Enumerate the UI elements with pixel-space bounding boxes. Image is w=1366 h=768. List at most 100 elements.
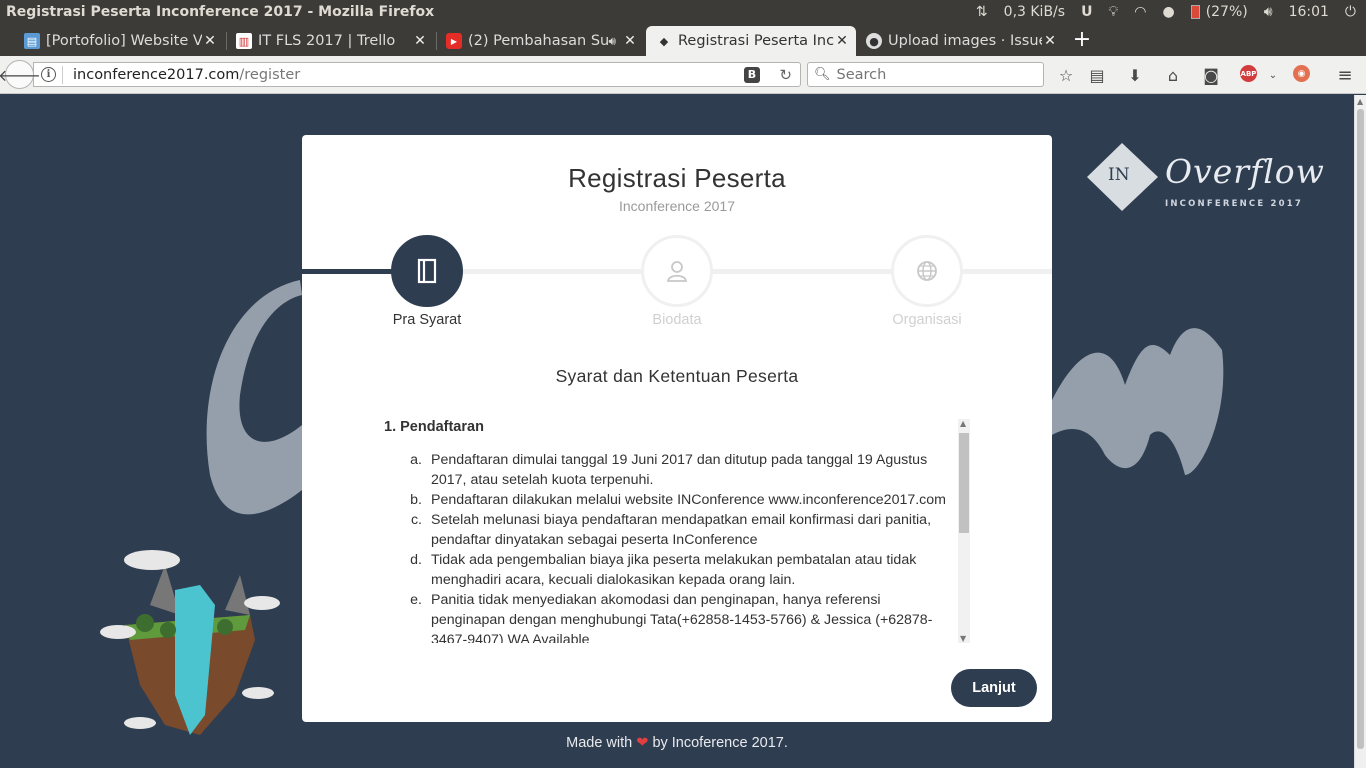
tab-strip: ▤ [Portofolio] Website V ✕ ▥ IT FLS 2017… bbox=[0, 24, 1366, 56]
trello-icon: ▥ bbox=[236, 33, 252, 49]
clock[interactable]: 16:01 bbox=[1289, 4, 1329, 20]
step-label: Biodata bbox=[652, 312, 702, 328]
close-icon[interactable]: ✕ bbox=[834, 33, 850, 49]
site-icon: ◆ bbox=[659, 34, 669, 48]
menu-icon[interactable]: ≡ bbox=[1335, 65, 1355, 86]
close-icon[interactable]: ✕ bbox=[622, 33, 638, 49]
brand-subtitle: INCONFERENCE 2017 bbox=[1165, 199, 1303, 209]
pocket-icon[interactable]: ◙ bbox=[1201, 65, 1221, 85]
download-icon[interactable]: ⬇ bbox=[1125, 65, 1145, 85]
back-button[interactable]: 🡐 bbox=[0, 60, 41, 89]
item-letter: d. bbox=[410, 552, 422, 568]
tab-youtube[interactable]: ▶ (2) Pembahasan Sur 🔊︎ ✕ bbox=[436, 26, 644, 56]
step-organisasi[interactable]: Organisasi bbox=[867, 235, 987, 328]
page-subtitle: Inconference 2017 bbox=[619, 198, 735, 214]
terms-scrollbar[interactable]: ▲ ▼ bbox=[958, 419, 970, 643]
list-item: e. Panitia tidak menyediakan akomodasi d… bbox=[410, 590, 958, 643]
bookmark-star-icon[interactable]: ☆ bbox=[1056, 65, 1076, 85]
item-letter: e. bbox=[410, 592, 422, 608]
terms-list: a. Pendaftaran dimulai tanggal 19 Juni 2… bbox=[384, 450, 958, 643]
wifi-icon[interactable]: ◠ bbox=[1134, 4, 1146, 20]
terms-heading: Syarat dan Ketentuan Peserta bbox=[555, 366, 799, 386]
item-text: Pendaftaran dimulai tanggal 19 Juni 2017… bbox=[431, 452, 928, 488]
list-item: c. Setelah melunasi biaya pendaftaran me… bbox=[411, 510, 958, 550]
user-icon bbox=[666, 261, 688, 282]
net-speed: 0,3 KiB/s bbox=[1003, 4, 1066, 20]
book-icon bbox=[417, 258, 437, 284]
heart-icon: ❤ bbox=[636, 735, 649, 751]
terms-scroll-area[interactable]: 1. Pendaftaran a. Pendaftaran dimulai ta… bbox=[384, 419, 970, 643]
footer-text-before: Made with bbox=[566, 735, 633, 751]
globe-icon bbox=[917, 261, 937, 281]
tab-portofolio[interactable]: ▤ [Portofolio] Website V ✕ bbox=[14, 26, 224, 56]
scrollbar-thumb[interactable] bbox=[1357, 109, 1364, 749]
tab-label: [Portofolio] Website V bbox=[46, 33, 202, 49]
battery-level: (27%) bbox=[1205, 4, 1248, 20]
item-text: Tidak ada pengembalian biaya jika pesert… bbox=[431, 552, 917, 588]
footer-text-after: by Incoference 2017. bbox=[652, 735, 788, 751]
step-label: Organisasi bbox=[892, 312, 962, 328]
item-text: Panitia tidak menyediakan akomodasi dan … bbox=[431, 592, 933, 643]
tab-label: Upload images · Issue bbox=[888, 33, 1042, 49]
step-pra-syarat[interactable]: Pra Syarat bbox=[367, 235, 487, 328]
network-transfer-icon[interactable]: ⇅ bbox=[976, 4, 988, 20]
search-icon: 🔍︎ bbox=[814, 67, 831, 82]
github-icon: ● bbox=[866, 33, 882, 49]
tab-label: Registrasi Peserta Inco bbox=[678, 33, 834, 49]
url-host[interactable]: inconference2017.com bbox=[73, 67, 239, 83]
tab-label: IT FLS 2017 | Trello bbox=[258, 33, 396, 49]
scroll-down-arrow-icon[interactable]: ▼ bbox=[960, 634, 966, 643]
tab-label: (2) Pembahasan Sur bbox=[468, 33, 609, 49]
item-letter: a. bbox=[410, 452, 422, 468]
chat-icon[interactable]: ● bbox=[1162, 4, 1174, 20]
close-icon[interactable]: ✕ bbox=[1042, 33, 1058, 49]
item-text: Pendaftaran dilakukan melalui website IN… bbox=[431, 492, 946, 508]
item-letter: c. bbox=[410, 512, 422, 528]
close-icon[interactable]: ✕ bbox=[202, 33, 218, 49]
u-app-icon[interactable]: U bbox=[1081, 4, 1092, 20]
url-path[interactable]: /register bbox=[239, 67, 300, 83]
back-arrow-icon: 🡐 bbox=[0, 65, 41, 85]
home-icon[interactable]: ⌂ bbox=[1163, 65, 1183, 85]
bootstrap-icon[interactable]: B bbox=[744, 66, 760, 83]
document-icon: ▤ bbox=[24, 33, 40, 49]
search-input[interactable] bbox=[836, 66, 1037, 83]
duckduckgo-icon[interactable]: ◉ bbox=[1293, 65, 1310, 82]
page-viewport: IN Overflow INCONFERENCE 2017 Registrasi… bbox=[0, 95, 1354, 768]
list-item: d. Tidak ada pengembalian biaya jika pes… bbox=[410, 550, 958, 590]
battery-icon[interactable] bbox=[1190, 5, 1200, 19]
speaker-icon[interactable]: 🔊︎ bbox=[608, 34, 616, 49]
info-icon[interactable]: i bbox=[41, 67, 56, 82]
list-item: a. Pendaftaran dimulai tanggal 19 Juni 2… bbox=[410, 450, 958, 490]
adblock-icon[interactable]: ABP bbox=[1240, 65, 1257, 82]
scrollbar-thumb[interactable] bbox=[959, 433, 969, 533]
chevron-down-icon[interactable]: ⌄ bbox=[1263, 65, 1283, 85]
reading-list-icon[interactable]: ▤ bbox=[1087, 65, 1107, 85]
tab-trello[interactable]: ▥ IT FLS 2017 | Trello ✕ bbox=[226, 26, 434, 56]
power-icon[interactable]: ⏻ bbox=[1345, 4, 1356, 20]
search-bar[interactable]: 🔍︎ bbox=[807, 62, 1044, 87]
bg-letter-o bbox=[206, 280, 302, 515]
step-biodata[interactable]: Biodata bbox=[617, 235, 737, 328]
page-title: Registrasi Peserta bbox=[568, 163, 786, 193]
window-title: Registrasi Peserta Inconference 2017 - M… bbox=[6, 4, 435, 20]
scroll-up-arrow-icon[interactable]: ▲ bbox=[960, 419, 966, 428]
step-circle[interactable] bbox=[891, 235, 963, 307]
new-tab-button[interactable]: + bbox=[1070, 28, 1094, 52]
terms-section-title: 1. Pendaftaran bbox=[384, 419, 484, 435]
url-bar[interactable]: i inconference2017.com/register B ↻ bbox=[33, 62, 801, 87]
page-scrollbar[interactable]: ▲ bbox=[1354, 95, 1366, 768]
next-button[interactable]: Lanjut bbox=[951, 669, 1037, 707]
step-circle[interactable] bbox=[641, 235, 713, 307]
step-circle[interactable] bbox=[391, 235, 463, 307]
list-item: b. Pendaftaran dilakukan melalui website… bbox=[410, 490, 958, 510]
tab-github[interactable]: ● Upload images · Issue ✕ bbox=[856, 26, 1064, 56]
footer: Made with ❤ by Incoference 2017. bbox=[0, 735, 1354, 751]
volume-icon[interactable]: 🔊︎ bbox=[1264, 4, 1273, 20]
close-icon[interactable]: ✕ bbox=[412, 33, 428, 49]
lightbulb-icon[interactable]: 💡︎ bbox=[1108, 4, 1118, 20]
tab-registrasi[interactable]: ◆ Registrasi Peserta Inco ✕ bbox=[646, 26, 856, 56]
scroll-up-arrow-icon[interactable]: ▲ bbox=[1357, 97, 1363, 106]
brand-wordmark: Overflow bbox=[1165, 152, 1325, 191]
reload-icon[interactable]: ↻ bbox=[779, 66, 792, 84]
